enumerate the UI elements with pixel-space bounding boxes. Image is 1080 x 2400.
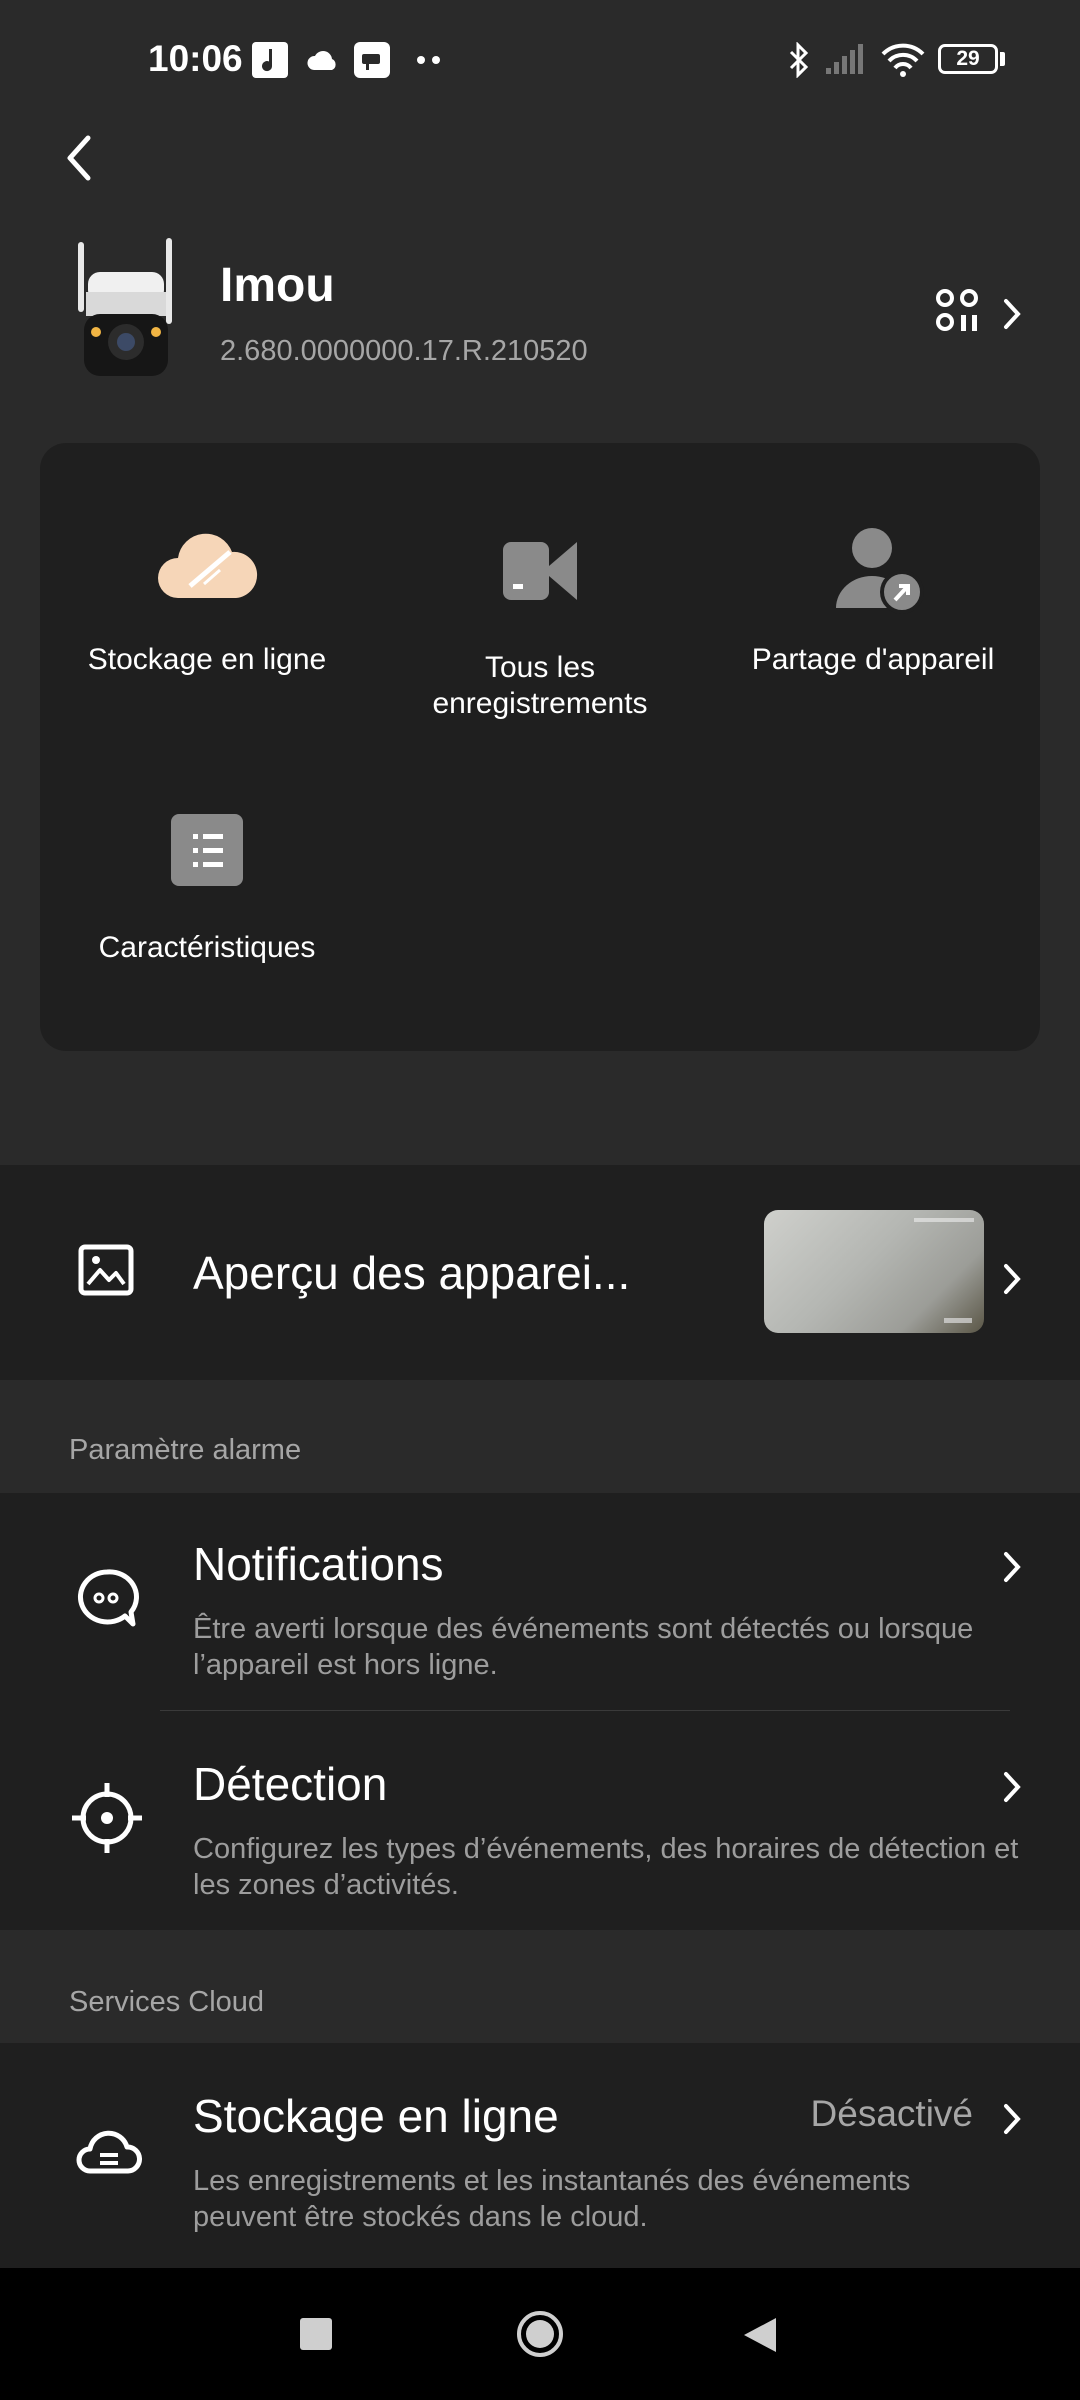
camera-device-image <box>78 238 172 376</box>
battery-tip <box>1000 52 1005 66</box>
description-line: l’appareil est hors ligne. <box>193 1649 498 1681</box>
description-line: peuvent être stockés dans le cloud. <box>193 2201 648 2233</box>
notifications-chevron-icon <box>1004 1552 1021 1582</box>
share-device-icon <box>836 528 924 614</box>
more-notifications-icon <box>417 56 440 64</box>
quick-action-label: Partage d'appareil <box>751 643 995 676</box>
alarm-settings-card: Notifications Être averti lorsque des év… <box>0 1493 1080 1930</box>
battery-level: 29 <box>956 47 980 70</box>
preview-chevron-icon <box>1004 1264 1021 1294</box>
description-line: Être averti lorsque des événements sont … <box>193 1613 974 1645</box>
characteristics-list-icon <box>171 814 243 886</box>
notifications-description: Être averti lorsque des événements sont … <box>193 1611 1043 1683</box>
battery-indicator: 29 <box>938 44 998 74</box>
preview-thumbnail[interactable] <box>764 1210 984 1333</box>
image-gallery-icon <box>78 1244 134 1296</box>
quick-action-characteristics[interactable]: Caractéristiques <box>42 810 372 980</box>
device-preview-row[interactable]: Aperçu des apparei... <box>0 1165 1080 1380</box>
thumbnail-watermark <box>944 1318 972 1323</box>
music-app-icon <box>252 42 288 78</box>
cloud-storage-row[interactable]: Stockage en ligne Désactivé Les enregist… <box>0 2043 1080 2268</box>
quick-action-label: Tous les enregistrements <box>375 650 705 722</box>
thumbnail-timestamp-bar <box>914 1218 974 1222</box>
qr-code-icon[interactable] <box>936 289 978 331</box>
quick-action-cloud-storage[interactable]: Stockage en ligne <box>42 510 372 680</box>
notification-bubble-icon <box>77 1569 139 1627</box>
cloud-status-icon <box>307 51 336 70</box>
cloud-storage-icon <box>76 2130 142 2174</box>
description-line: les zones d’activités. <box>193 1869 459 1901</box>
back-button[interactable] <box>742 2316 778 2354</box>
quick-action-device-sharing[interactable]: Partage d'appareil <box>708 510 1038 680</box>
back-arrow-icon[interactable] <box>64 134 96 182</box>
wifi-icon <box>881 43 925 77</box>
cloud-storage-status: Désactivé <box>810 2093 973 2134</box>
bluetooth-icon <box>789 42 809 78</box>
camera-app-icon <box>354 42 390 78</box>
quick-action-label: Caractéristiques <box>98 931 316 964</box>
description-line: Configurez les types d’événements, des h… <box>193 1833 1019 1865</box>
cloud-section-header: Services Cloud <box>69 1986 265 2018</box>
notifications-row[interactable]: Notifications Être averti lorsque des év… <box>0 1493 1080 1711</box>
quick-action-label-line: Tous les <box>484 651 596 684</box>
quick-action-all-recordings[interactable]: Tous les enregistrements <box>375 520 705 720</box>
detection-description: Configurez les types d’événements, des h… <box>193 1831 1073 1903</box>
video-recordings-icon <box>503 542 577 600</box>
device-firmware-version: 2.680.0000000.17.R.210520 <box>220 335 588 367</box>
quick-action-label-line: enregistrements <box>432 687 648 720</box>
description-line: Les enregistrements et les instantanés d… <box>193 2165 911 2197</box>
device-details-chevron-icon[interactable] <box>1001 296 1023 332</box>
system-navigation-bar <box>0 2268 1080 2400</box>
preview-label: Aperçu des apparei... <box>193 1247 631 1299</box>
alarm-section-header: Paramètre alarme <box>69 1434 302 1466</box>
cloud-storage-chevron-icon <box>1004 2104 1021 2134</box>
detection-row[interactable]: Détection Configurez les types d’événeme… <box>0 1711 1080 1930</box>
notifications-title: Notifications <box>193 1538 444 1590</box>
cloud-storage-icon <box>158 533 258 598</box>
recents-button[interactable] <box>300 2318 332 2350</box>
detection-crosshair-icon <box>72 1783 142 1853</box>
status-time: 10:06 <box>148 38 243 79</box>
detection-title: Détection <box>193 1758 388 1810</box>
cloud-storage-title: Stockage en ligne <box>193 2090 559 2142</box>
detection-chevron-icon <box>1004 1772 1021 1802</box>
device-name: Imou <box>220 259 335 312</box>
quick-action-label: Stockage en ligne <box>87 643 327 676</box>
cloud-storage-description: Les enregistrements et les instantanés d… <box>193 2163 1043 2235</box>
signal-icon <box>826 44 863 74</box>
home-button[interactable] <box>515 2309 565 2359</box>
